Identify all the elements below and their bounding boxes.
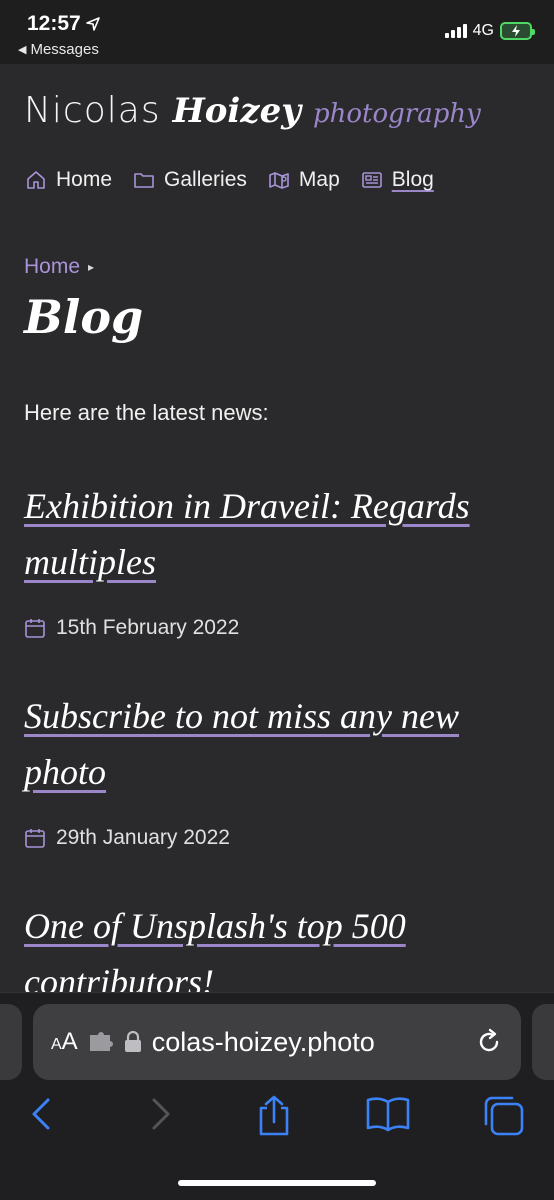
book-icon xyxy=(366,1097,410,1132)
nav-item-blog[interactable]: Blog xyxy=(360,168,434,192)
intro-text: Here are the latest news: xyxy=(24,400,269,425)
status-time: 12:57 xyxy=(27,12,101,36)
breadcrumb-home-link[interactable]: Home xyxy=(24,255,80,279)
back-caret-icon: ◀ xyxy=(18,44,27,56)
status-indicators: 4G xyxy=(444,22,535,40)
extension-icon[interactable] xyxy=(88,1031,114,1053)
battery-charging-icon xyxy=(500,22,535,40)
home-indicator[interactable] xyxy=(178,1180,376,1186)
browser-toolbar xyxy=(0,1090,554,1150)
time-label: 12:57 xyxy=(27,12,81,35)
calendar-icon xyxy=(25,829,45,848)
nav-label-blog: Blog xyxy=(391,168,434,191)
post-date: 29th January 2022 xyxy=(24,826,230,850)
back-label: Messages xyxy=(30,41,99,58)
nav-item-home[interactable]: Home xyxy=(24,168,112,192)
nav-label-home: Home xyxy=(56,168,113,191)
post-date: 15th February 2022 xyxy=(24,616,239,640)
reload-icon[interactable] xyxy=(475,1028,503,1056)
site-logo[interactable]: Nicolas Hoizey photography xyxy=(24,90,481,131)
nav-label-map: Map xyxy=(298,168,340,191)
site-subtitle: photography xyxy=(313,99,481,129)
nav-item-galleries[interactable]: Galleries xyxy=(132,168,247,192)
post-title-link[interactable]: Subscribe to not miss any new photo xyxy=(24,688,524,800)
location-arrow-icon xyxy=(85,17,100,31)
network-label: 4G xyxy=(472,22,494,39)
map-icon xyxy=(269,172,289,189)
back-to-messages[interactable]: ◀ Messages xyxy=(18,41,99,58)
share-icon xyxy=(259,1095,289,1136)
page-title: Blog xyxy=(24,290,144,344)
reader-options-button[interactable]: AA xyxy=(51,1028,78,1056)
post-title-link[interactable]: Exhibition in Draveil: Regards multiples xyxy=(24,478,524,590)
forward-button[interactable] xyxy=(146,1094,174,1139)
breadcrumb-separator-icon: ▸ xyxy=(88,260,95,274)
news-icon xyxy=(361,172,382,188)
url-text: colas-hoizey.photo xyxy=(151,1026,375,1057)
bookmarks-button[interactable] xyxy=(364,1094,412,1139)
folder-icon xyxy=(134,173,154,188)
nav-item-map[interactable]: Map xyxy=(267,168,340,192)
signal-icon xyxy=(444,24,467,38)
tabs-button[interactable] xyxy=(480,1094,526,1143)
lock-icon xyxy=(124,1031,141,1052)
share-button[interactable] xyxy=(254,1094,294,1143)
site-last-name: Hoizey xyxy=(172,91,301,131)
tabs-icon xyxy=(484,1096,524,1136)
post-date-text: 29th January 2022 xyxy=(56,826,230,849)
site-first-name: Nicolas xyxy=(24,90,161,131)
status-bar: 12:57 ◀ Messages 4G xyxy=(0,0,554,64)
calendar-icon xyxy=(25,619,45,638)
nav-label-galleries: Galleries xyxy=(164,168,247,191)
back-button[interactable] xyxy=(28,1094,56,1139)
chevron-left-icon xyxy=(32,1098,50,1130)
main-nav: Home Galleries Map Blog xyxy=(24,168,434,192)
address-bar[interactable]: AA colas-hoizey.photo xyxy=(33,1004,521,1080)
breadcrumb: Home ▸ xyxy=(24,255,94,279)
chevron-right-icon xyxy=(152,1098,170,1130)
previous-tab-peek[interactable] xyxy=(0,1004,22,1080)
next-tab-peek[interactable] xyxy=(532,1004,554,1080)
post-date-text: 15th February 2022 xyxy=(56,616,240,639)
home-icon xyxy=(27,171,45,189)
